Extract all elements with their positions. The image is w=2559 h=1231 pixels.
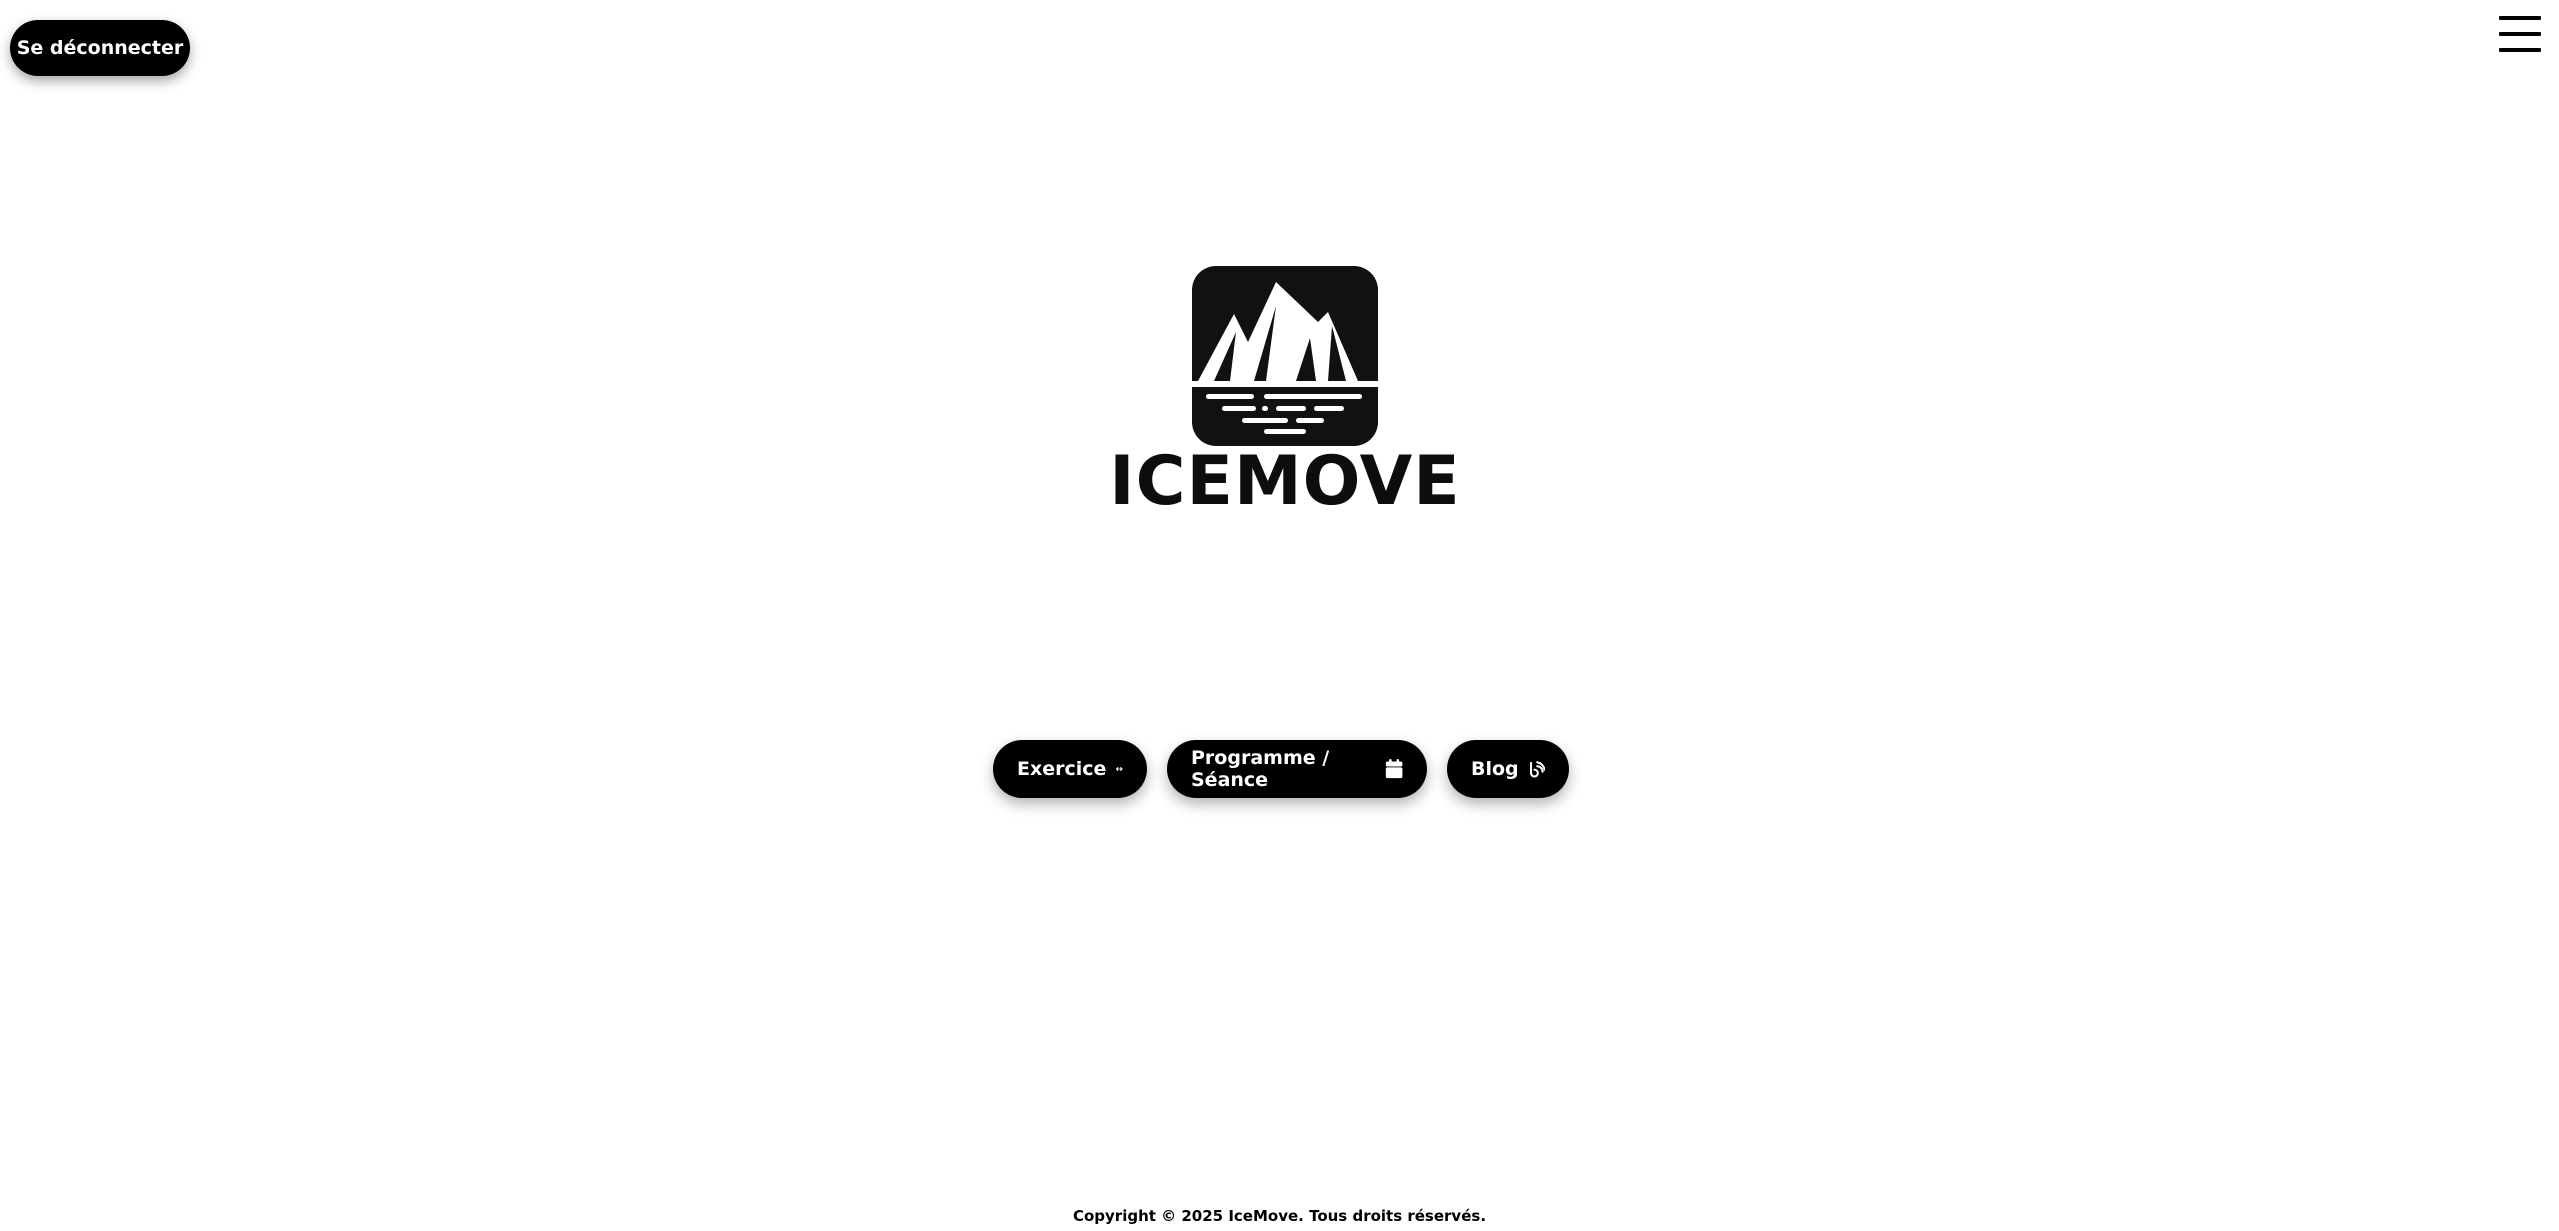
program-button[interactable]: Programme / Séance xyxy=(1167,740,1427,798)
blog-button[interactable]: Blog xyxy=(1447,740,1569,798)
nav-buttons: Exercice Programme / Séance Blog xyxy=(993,740,1569,798)
page: Se déconnecter ICEMOVE Exercice Programm… xyxy=(0,0,2559,1231)
hamburger-line xyxy=(2499,16,2541,20)
mountain-logo-icon xyxy=(1192,266,1378,446)
dumbbell-icon xyxy=(1116,766,1123,772)
hamburger-menu-icon[interactable] xyxy=(2499,16,2541,52)
brand-name: ICEMOVE xyxy=(1109,442,1461,521)
logout-button[interactable]: Se déconnecter xyxy=(10,20,190,76)
blog-icon xyxy=(1529,761,1545,778)
program-label: Programme / Séance xyxy=(1191,747,1330,791)
calendar-icon xyxy=(1385,759,1403,779)
hamburger-line xyxy=(2499,48,2541,52)
exercise-label: Exercice xyxy=(1017,758,1107,780)
exercise-button[interactable]: Exercice xyxy=(993,740,1147,798)
footer-copyright: Copyright © 2025 IceMove. Tous droits ré… xyxy=(1072,1207,1487,1225)
blog-label: Blog xyxy=(1471,758,1519,780)
hamburger-line xyxy=(2499,32,2541,36)
